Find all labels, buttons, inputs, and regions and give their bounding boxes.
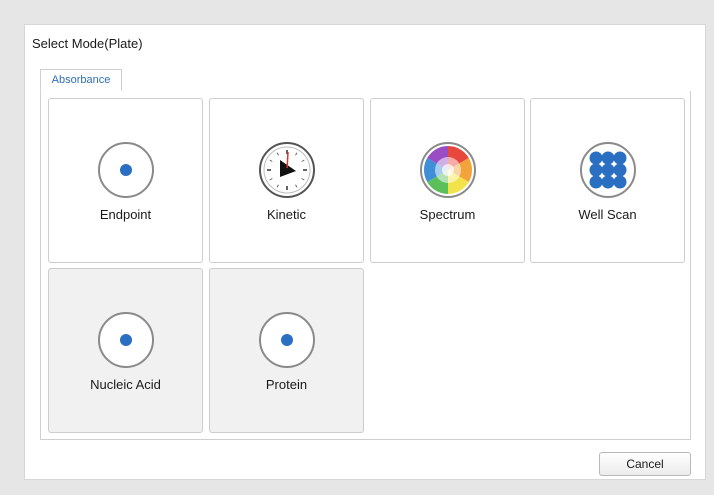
mode-tile-spectrum[interactable]: Spectrum	[370, 98, 525, 263]
dialog-title: Select Mode(Plate)	[32, 36, 143, 51]
nucleic-acid-dot-icon	[97, 312, 154, 368]
mode-tile-kinetic[interactable]: Kinetic	[209, 98, 364, 263]
select-mode-dialog: Select Mode(Plate) Absorbance Endpoint K…	[24, 24, 706, 480]
mode-tile-endpoint[interactable]: Endpoint	[48, 98, 203, 263]
mode-tile-protein[interactable]: Protein	[209, 268, 364, 433]
mode-label: Protein	[265, 377, 308, 392]
mode-label: Well Scan	[578, 207, 637, 222]
tab-absorbance[interactable]: Absorbance	[40, 69, 122, 91]
endpoint-dot-icon	[97, 142, 154, 198]
mode-tile-panel: Endpoint Kinetic Spectrum Well Scan Nucl…	[40, 91, 691, 440]
mode-tile-well-scan[interactable]: Well Scan	[530, 98, 685, 263]
protein-dot-icon	[258, 312, 315, 368]
color-wheel-icon	[419, 142, 476, 198]
tab-strip: Absorbance	[40, 69, 691, 92]
clock-icon	[258, 142, 315, 198]
cancel-button[interactable]: Cancel	[599, 452, 691, 476]
mode-label: Endpoint	[99, 207, 152, 222]
mode-tile-nucleic-acid[interactable]: Nucleic Acid	[48, 268, 203, 433]
mode-label: Spectrum	[419, 207, 476, 222]
well-grid-icon	[579, 142, 636, 198]
mode-label: Kinetic	[266, 207, 307, 222]
mode-label: Nucleic Acid	[90, 377, 161, 392]
